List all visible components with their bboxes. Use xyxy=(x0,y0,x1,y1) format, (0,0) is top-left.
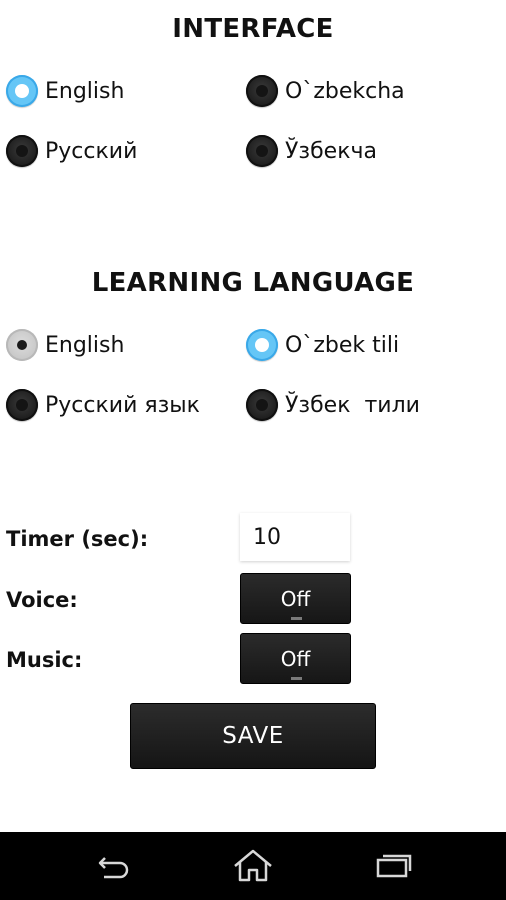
radio-unselected-icon xyxy=(6,135,38,167)
radio-disabled-icon xyxy=(6,329,38,361)
toggle-indicator-icon xyxy=(291,677,302,680)
music-toggle-button[interactable]: Off xyxy=(240,633,351,684)
radio-label: Ўзбек тили xyxy=(285,392,420,418)
learning-language-title: LEARNING LANGUAGE xyxy=(91,268,415,298)
voice-toggle-button[interactable]: Off xyxy=(240,573,351,624)
radio-interface-uzbek-cyrillic[interactable]: Ўзбекча xyxy=(246,131,377,171)
music-toggle-label: Off xyxy=(280,646,311,671)
voice-toggle-label: Off xyxy=(280,586,311,611)
interface-title: INTERFACE xyxy=(172,14,334,44)
timer-input[interactable] xyxy=(240,513,350,561)
toggle-indicator-icon xyxy=(291,617,302,620)
radio-learning-uzbek-tili[interactable]: O`zbek tili xyxy=(246,325,399,365)
navigation-bar xyxy=(0,832,506,900)
voice-label: Voice: xyxy=(6,588,78,612)
radio-label: English xyxy=(45,78,125,104)
back-icon[interactable] xyxy=(92,846,136,886)
home-icon[interactable] xyxy=(231,846,275,886)
radio-unselected-icon xyxy=(246,389,278,421)
radio-label: Ўзбекча xyxy=(285,138,377,164)
save-button[interactable]: SAVE xyxy=(130,703,376,769)
music-label: Music: xyxy=(6,648,83,672)
radio-label: English xyxy=(45,332,125,358)
radio-interface-russian[interactable]: Русский xyxy=(6,131,137,171)
radio-learning-english[interactable]: English xyxy=(6,325,124,365)
recent-apps-icon[interactable] xyxy=(371,846,415,886)
radio-label: Русский xyxy=(45,138,138,164)
radio-learning-uzbek-cyrillic[interactable]: Ўзбек тили xyxy=(246,385,420,425)
radio-learning-russian[interactable]: Русский язык xyxy=(6,385,200,425)
radio-interface-english[interactable]: English xyxy=(6,71,124,111)
radio-unselected-icon xyxy=(246,75,278,107)
save-button-label: SAVE xyxy=(222,723,284,749)
radio-selected-icon xyxy=(246,329,278,361)
radio-label: Русский язык xyxy=(45,392,200,418)
radio-unselected-icon xyxy=(246,135,278,167)
radio-label: O`zbek tili xyxy=(285,332,400,358)
timer-label: Timer (sec): xyxy=(6,527,149,551)
radio-unselected-icon xyxy=(6,389,38,421)
radio-label: O`zbekcha xyxy=(285,78,405,104)
radio-interface-uzbekcha[interactable]: O`zbekcha xyxy=(246,71,405,111)
radio-selected-icon xyxy=(6,75,38,107)
